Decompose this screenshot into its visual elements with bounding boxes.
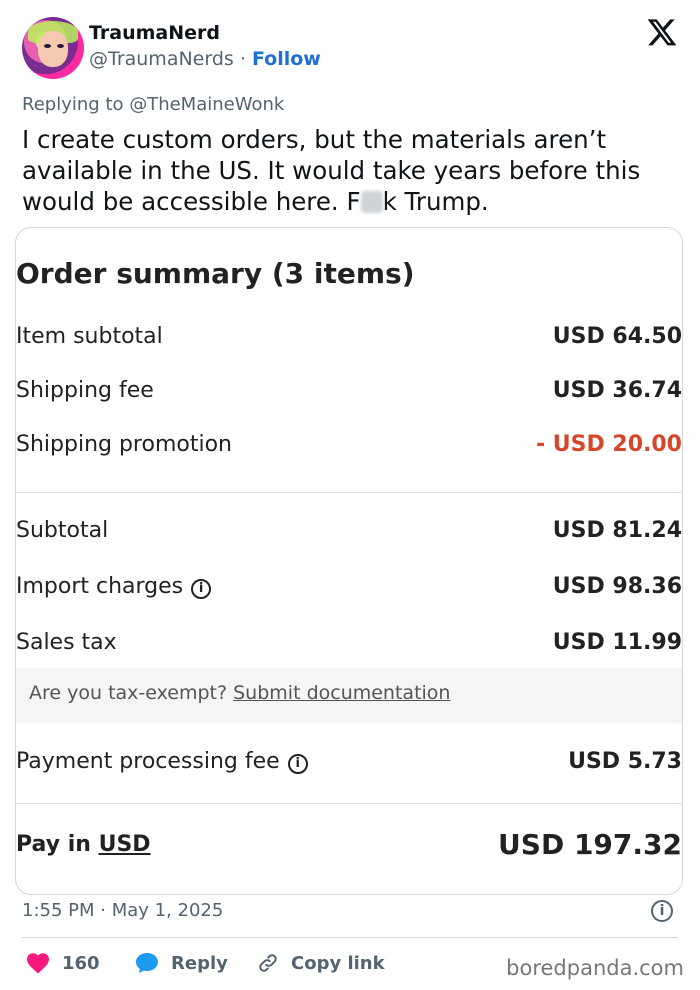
shipping-promotion-value: - USD 20.00 bbox=[535, 432, 682, 457]
link-icon bbox=[259, 954, 277, 972]
item-subtotal-value: USD 64.50 bbox=[552, 324, 682, 349]
processing-fee-value: USD 5.73 bbox=[568, 749, 682, 774]
like-count: 160 bbox=[62, 952, 100, 974]
avatar[interactable] bbox=[22, 17, 84, 79]
subtotal-value: USD 81.24 bbox=[552, 518, 682, 543]
tax-exempt-question: Are you tax-exempt? bbox=[29, 682, 234, 704]
tweet-text: I create custom orders, but the material… bbox=[22, 124, 682, 217]
sales-tax-label: Sales tax bbox=[16, 630, 117, 655]
import-charges-label: Import charges bbox=[16, 574, 184, 599]
pay-prefix: Pay in bbox=[16, 832, 99, 857]
shipping-fee-value: USD 36.74 bbox=[552, 378, 682, 403]
reply-button[interactable]: Reply bbox=[135, 952, 228, 974]
tax-exempt-text: Are you tax-exempt? Submit documentation bbox=[29, 682, 450, 704]
order-summary-title: Order summary (3 items) bbox=[16, 257, 415, 290]
x-logo-icon[interactable] bbox=[646, 16, 678, 48]
info-icon: i bbox=[191, 579, 212, 599]
info-icon: i bbox=[287, 754, 308, 774]
import-charges-row: Import charges i bbox=[16, 574, 212, 599]
reply-bubble-icon bbox=[136, 953, 158, 973]
pay-currency: USD bbox=[98, 832, 151, 857]
submit-documentation-link: Submit documentation bbox=[233, 682, 451, 704]
author-handle[interactable]: @TraumaNerds bbox=[89, 48, 234, 70]
divider bbox=[22, 937, 678, 938]
author-name[interactable]: TraumaNerd bbox=[89, 22, 220, 44]
tweet-text-part1: I create custom orders, but the material… bbox=[22, 125, 641, 216]
censor-blur bbox=[360, 191, 383, 213]
sales-tax-value: USD 11.99 bbox=[552, 630, 682, 655]
shipping-fee-label: Shipping fee bbox=[16, 378, 154, 403]
item-subtotal-label: Item subtotal bbox=[16, 324, 163, 349]
processing-fee-row: Payment processing fee i bbox=[16, 749, 308, 774]
tax-exempt-banner: Are you tax-exempt? Submit documentation bbox=[16, 668, 682, 723]
author-handle-row: @TraumaNerds · Follow bbox=[89, 48, 321, 70]
order-summary-image: Order summary (3 items) Item subtotal US… bbox=[15, 227, 683, 895]
copy-link-button[interactable]: Copy link bbox=[257, 952, 385, 974]
tweet-text-part2: k Trump. bbox=[382, 187, 489, 216]
pay-total: USD 197.32 bbox=[498, 828, 682, 861]
shipping-promotion-label: Shipping promotion bbox=[16, 432, 232, 457]
avatar-eye bbox=[57, 44, 64, 48]
import-charges-value: USD 98.36 bbox=[552, 574, 682, 599]
heart-icon bbox=[27, 953, 49, 974]
watermark: boredpanda.com bbox=[506, 956, 684, 980]
avatar-eye bbox=[44, 44, 51, 48]
pay-in-label: Pay in USD bbox=[16, 832, 151, 857]
tweet-timestamp[interactable]: 1:55 PM · May 1, 2025 bbox=[22, 900, 223, 921]
follow-button[interactable]: Follow bbox=[252, 48, 321, 70]
processing-fee-label: Payment processing fee bbox=[16, 749, 280, 774]
separator-dot: · bbox=[239, 48, 246, 70]
like-button[interactable]: 160 bbox=[26, 952, 100, 974]
reply-label: Reply bbox=[171, 952, 228, 974]
subtotal-label: Subtotal bbox=[16, 518, 109, 543]
divider bbox=[16, 803, 682, 804]
copy-link-label: Copy link bbox=[291, 952, 385, 974]
divider bbox=[16, 492, 682, 493]
replying-to[interactable]: Replying to @TheMaineWonk bbox=[22, 94, 284, 115]
info-icon[interactable]: i bbox=[651, 900, 673, 922]
avatar-face bbox=[38, 31, 68, 67]
